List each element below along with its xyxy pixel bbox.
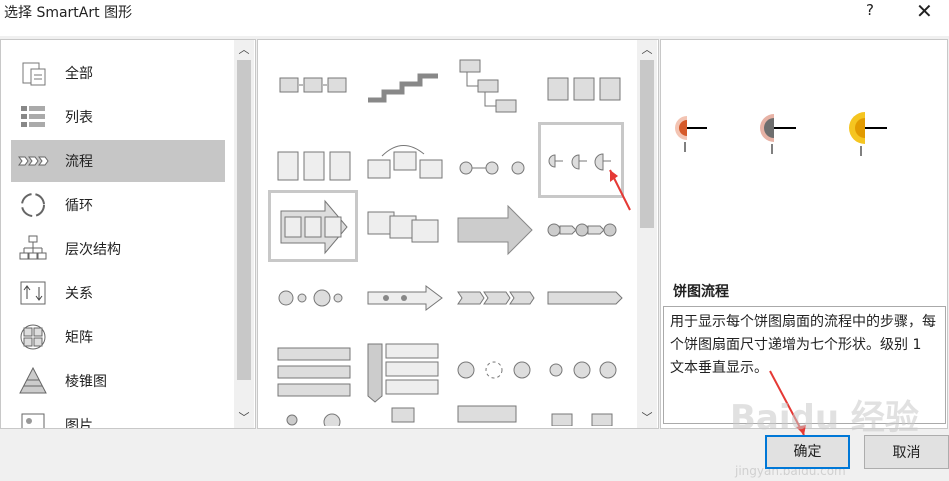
- layout-partial-4[interactable]: [542, 402, 628, 426]
- layout-circle-row[interactable]: [272, 264, 358, 340]
- process-icon: [18, 156, 49, 166]
- layout-timeline-arrow[interactable]: [362, 264, 448, 340]
- annotation-arrow-icon: [609, 169, 631, 211]
- category-label: 矩阵: [65, 330, 93, 346]
- pie-process-preview: [675, 112, 887, 156]
- category-all[interactable]: 全部: [11, 52, 225, 94]
- layout-name: 饼图流程: [673, 284, 729, 300]
- category-panel: 全部 列表 流程 循环 层次结构 关系 矩阵 棱锥图 图片 ︿ ﹀: [0, 39, 256, 429]
- category-cycle[interactable]: 循环: [11, 184, 225, 226]
- layout-chevron-row[interactable]: [452, 264, 538, 340]
- dialog-title: 选择 SmartArt 图形: [4, 5, 133, 21]
- layout-basic-process[interactable]: [272, 48, 358, 124]
- layout-bracket-circles[interactable]: [542, 336, 628, 412]
- category-label: 层次结构: [65, 242, 121, 258]
- help-button[interactable]: ?: [866, 1, 874, 19]
- layout-chevron-list[interactable]: [268, 190, 358, 262]
- layout-partial-3[interactable]: [452, 402, 538, 426]
- category-process[interactable]: 流程: [11, 140, 225, 182]
- hierarchy-icon: [19, 235, 47, 260]
- scroll-up-icon[interactable]: ︿: [637, 41, 657, 59]
- ok-button[interactable]: 确定: [765, 435, 850, 469]
- pyramid-icon: [19, 366, 47, 394]
- category-matrix[interactable]: 矩阵: [11, 316, 225, 358]
- category-label: 全部: [65, 66, 93, 82]
- category-relationship[interactable]: 关系: [11, 272, 225, 314]
- layout-step-down-process[interactable]: [452, 48, 538, 124]
- scroll-thumb[interactable]: [237, 60, 251, 380]
- picture-icon: [21, 413, 45, 428]
- category-pyramid[interactable]: 棱锥图: [11, 360, 225, 402]
- layout-vertical-block[interactable]: [362, 196, 448, 272]
- category-label: 棱锥图: [65, 374, 107, 390]
- layout-accent-process[interactable]: [542, 48, 628, 124]
- layout-dashed-circles[interactable]: [452, 336, 538, 412]
- relationship-icon: [20, 281, 46, 305]
- category-label: 列表: [65, 110, 93, 126]
- category-label: 流程: [65, 154, 93, 170]
- layout-gallery: ︿ ﹀: [257, 39, 659, 429]
- layout-stacked-chevrons[interactable]: [272, 336, 358, 412]
- all-icon: [22, 62, 46, 86]
- category-label: 循环: [65, 198, 93, 214]
- scroll-thumb[interactable]: [640, 60, 654, 228]
- title-bar: 选择 SmartArt 图形 ? ✕: [0, 0, 949, 36]
- close-button[interactable]: ✕: [916, 0, 933, 23]
- category-list[interactable]: 列表: [11, 96, 225, 138]
- layout-partial-1[interactable]: [272, 402, 358, 426]
- category-picture[interactable]: 图片: [11, 404, 225, 428]
- category-hierarchy[interactable]: 层次结构: [11, 228, 225, 270]
- layout-partial-2[interactable]: [362, 402, 448, 426]
- scroll-down-icon[interactable]: ﹀: [234, 409, 254, 427]
- scroll-up-icon[interactable]: ︿: [234, 41, 254, 59]
- scroll-down-icon[interactable]: ﹀: [637, 409, 657, 427]
- gallery-scrollbar[interactable]: ︿ ﹀: [637, 40, 657, 428]
- watermark: Baidu 经验: [730, 398, 919, 438]
- category-scrollbar[interactable]: ︿ ﹀: [234, 40, 254, 428]
- layout-segmented-bar[interactable]: [542, 264, 628, 340]
- layout-upward-arrow[interactable]: [452, 196, 538, 272]
- cancel-button[interactable]: 取消: [864, 435, 949, 469]
- layout-vertical-list[interactable]: [362, 336, 448, 412]
- list-icon: [21, 106, 45, 127]
- cycle-icon: [21, 193, 45, 217]
- category-label: 图片: [65, 418, 93, 428]
- layout-step-up-process[interactable]: [362, 48, 448, 124]
- matrix-icon: [20, 324, 46, 350]
- category-label: 关系: [65, 286, 93, 302]
